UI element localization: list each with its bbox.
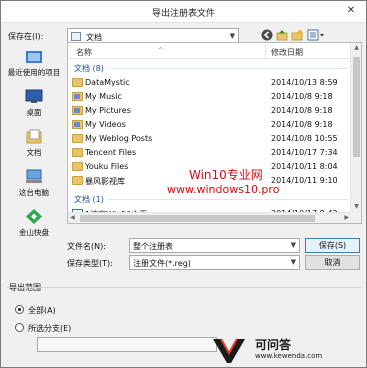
item-name: Youku Files <box>85 162 129 171</box>
item-name: Tencent Files <box>85 148 137 157</box>
list-item[interactable]: My Music 2014/10/8 9:18 <box>68 90 351 104</box>
place-documents[interactable]: 文档 <box>3 129 65 158</box>
group-header-documents[interactable]: 文档 (8) <box>74 63 104 74</box>
place-kuaipan[interactable]: 金山快盘 <box>3 209 65 238</box>
group-divider <box>108 68 348 69</box>
filename-label: 文件名(N): <box>67 242 106 251</box>
watermark-title: Win10专业网 <box>189 168 263 182</box>
scroll-thumb-h[interactable] <box>80 215 315 222</box>
group-divider <box>108 199 348 200</box>
item-date: 2014/10/8 9:18 <box>271 92 333 101</box>
place-label: 文档 <box>26 148 42 157</box>
watermark-url: www.windows10.pro <box>167 183 280 196</box>
place-label: 金山快盘 <box>19 228 49 237</box>
column-divider <box>265 44 266 58</box>
pictures-folder-icon <box>72 106 83 115</box>
folder-icon <box>72 134 83 143</box>
group-header-registry[interactable]: 文档 (1) <box>74 194 104 205</box>
item-name: My Pictures <box>85 106 131 115</box>
item-date: 2014/10/17 7:34 <box>271 148 338 157</box>
save-button[interactable]: 保存(S) <box>305 238 360 253</box>
title-bar: 导出注册表文件 ✕ <box>1 1 366 23</box>
item-date: 2014/10/11 9:10 <box>271 176 338 185</box>
scroll-right-icon[interactable]: ▶ <box>344 214 349 221</box>
folder-icon <box>72 148 83 157</box>
filename-input[interactable]: 整个注册表 ▼ <box>129 238 300 253</box>
radio-all-label[interactable]: 全部(A) <box>28 305 56 316</box>
scroll-thumb[interactable] <box>353 57 360 157</box>
branch-path-input[interactable] <box>37 337 217 352</box>
up-folder-icon[interactable] <box>275 29 289 43</box>
kuaipan-icon <box>25 209 43 224</box>
folder-icon <box>72 162 83 171</box>
list-item[interactable]: DataMystic 2014/10/13 8:59 <box>68 76 351 90</box>
list-item[interactable]: Tencent Files 2014/10/17 7:34 <box>68 146 351 160</box>
chevron-down-icon: ▼ <box>290 258 296 266</box>
list-item[interactable]: My Pictures 2014/10/8 9:18 <box>68 104 351 118</box>
list-item[interactable]: My Videos 2014/10/8 9:18 <box>68 118 351 132</box>
scroll-left-icon[interactable]: ◀ <box>70 214 75 221</box>
scroll-down-icon[interactable]: ▼ <box>351 203 361 213</box>
desktop-icon <box>25 89 43 104</box>
videos-folder-icon <box>72 120 83 129</box>
view-menu-icon[interactable] <box>306 29 326 43</box>
item-date: 2014/10/8 10:55 <box>271 134 338 143</box>
item-name: 暴风影视库 <box>85 177 125 186</box>
radio-all[interactable] <box>15 305 24 314</box>
folder-icon <box>72 78 83 87</box>
column-header-date[interactable]: 修改日期 <box>271 47 303 58</box>
list-item[interactable]: My Weblog Posts 2014/10/8 10:55 <box>68 132 351 146</box>
filename-value: 整个注册表 <box>133 242 173 251</box>
folder-icon <box>72 176 83 185</box>
list-header: 名称 ^ 修改日期 <box>68 43 351 59</box>
filetype-select[interactable]: 注册文件(*.reg) ▼ <box>129 255 300 270</box>
item-date: 2014/10/13 8:59 <box>271 78 338 87</box>
music-folder-icon <box>72 92 83 101</box>
item-name: My Weblog Posts <box>85 134 153 143</box>
cancel-button[interactable]: 取消 <box>305 255 360 270</box>
place-recent[interactable]: 最近使用的项目 <box>3 49 65 78</box>
close-button[interactable]: ✕ <box>340 3 362 19</box>
scroll-up-icon[interactable]: ▲ <box>351 44 361 54</box>
place-label: 这台电脑 <box>19 188 49 197</box>
radio-selected-branch[interactable] <box>15 323 24 332</box>
place-label: 最近使用的项目 <box>7 68 61 77</box>
back-icon[interactable] <box>260 29 274 43</box>
logo-name: 可问答 <box>255 338 292 352</box>
documents-library-icon <box>71 32 81 41</box>
places-bar: 最近使用的项目 桌面 文档 这台电脑 金山快盘 <box>3 49 65 237</box>
documents-icon <box>25 129 43 144</box>
chevron-down-icon: ▼ <box>229 32 235 40</box>
item-date: 2014/10/8 9:18 <box>271 120 333 129</box>
export-registry-dialog: 导出注册表文件 ✕ 保存在(I): 文档 ▼ 最近使用的项目 桌面 文档 这台电… <box>0 0 367 368</box>
place-this-pc[interactable]: 这台电脑 <box>3 169 65 198</box>
logo-url: www.kewenda.com <box>255 352 323 360</box>
filetype-value: 注册文件(*.reg) <box>133 259 191 268</box>
vertical-scrollbar[interactable]: ▲ ▼ <box>350 43 361 223</box>
item-name: DataMystic <box>85 78 130 87</box>
chevron-down-icon: ▼ <box>290 241 296 249</box>
place-desktop[interactable]: 桌面 <box>3 89 65 118</box>
kewenda-logo: 可问答 www.kewenda.com <box>211 335 361 365</box>
new-folder-icon[interactable] <box>290 29 304 43</box>
item-name: My Videos <box>85 120 126 129</box>
item-date: 2014/10/8 9:18 <box>271 106 333 115</box>
this-pc-icon <box>25 169 43 184</box>
horizontal-scrollbar[interactable]: ◀ ▶ <box>68 212 351 223</box>
column-header-name[interactable]: 名称 <box>76 47 92 58</box>
item-date: 2014/10/11 8:04 <box>271 162 338 171</box>
dialog-title: 导出注册表文件 <box>151 9 215 19</box>
file-list[interactable]: 名称 ^ 修改日期 文档 (8) DataMystic 2014/10/13 8… <box>67 42 362 224</box>
save-in-label: 保存在(I): <box>8 32 44 41</box>
filetype-label: 保存类型(T): <box>67 259 113 268</box>
recent-items-icon <box>25 49 43 64</box>
radio-selected-branch-label[interactable]: 所选分支(E) <box>28 323 71 334</box>
sort-arrow-icon: ^ <box>158 47 164 54</box>
place-label: 桌面 <box>26 108 42 117</box>
item-name: My Music <box>85 92 122 101</box>
